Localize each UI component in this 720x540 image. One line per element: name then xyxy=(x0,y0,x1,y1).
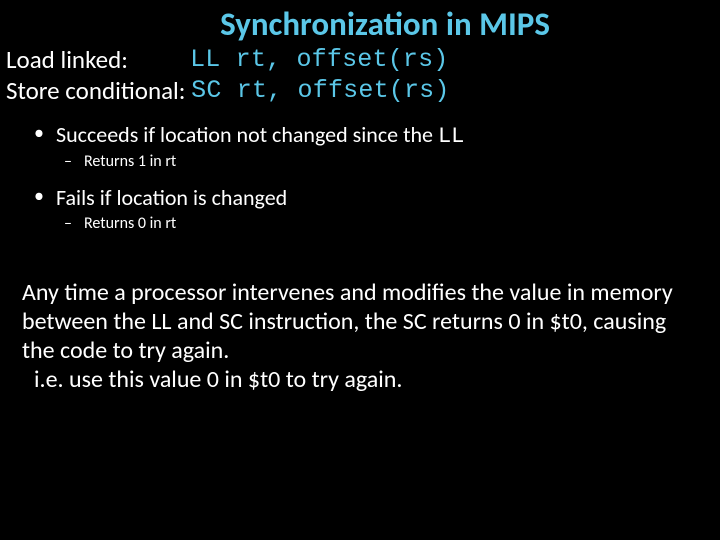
bullet-list: Succeeds if location not changed since t… xyxy=(34,121,720,234)
def-label: Store conditional: xyxy=(6,75,191,106)
paragraph-line-2: i.e. use this value 0 in $t0 to try agai… xyxy=(22,365,690,394)
bullet-succeeds: Succeeds if location not changed since t… xyxy=(34,121,720,151)
slide: Synchronization in MIPS Load linked: LL … xyxy=(0,0,720,540)
def-label: Load linked: xyxy=(6,44,190,75)
slide-title: Synchronization in MIPS xyxy=(90,0,680,44)
def-row-load-linked: Load linked: LL rt, offset(rs) xyxy=(6,44,720,75)
paragraph-block: Any time a processor intervenes and modi… xyxy=(22,278,690,395)
def-row-store-conditional: Store conditional: SC rt, offset(rs) xyxy=(6,75,720,106)
paragraph-line-1: Any time a processor intervenes and modi… xyxy=(22,278,690,366)
subbullet-returns-0: Returns 0 in rt xyxy=(64,214,720,234)
definition-block: Load linked: LL rt, offset(rs) Store con… xyxy=(6,44,720,107)
def-code: SC rt, offset(rs) xyxy=(191,75,449,106)
inline-code-ll: LL xyxy=(438,124,464,149)
subbullet-returns-1: Returns 1 in rt xyxy=(64,152,720,172)
bullet-fails: Fails if location is changed xyxy=(34,184,720,212)
bullet-text: Succeeds if location not changed since t… xyxy=(56,121,438,148)
def-code: LL rt, offset(rs) xyxy=(190,44,448,75)
